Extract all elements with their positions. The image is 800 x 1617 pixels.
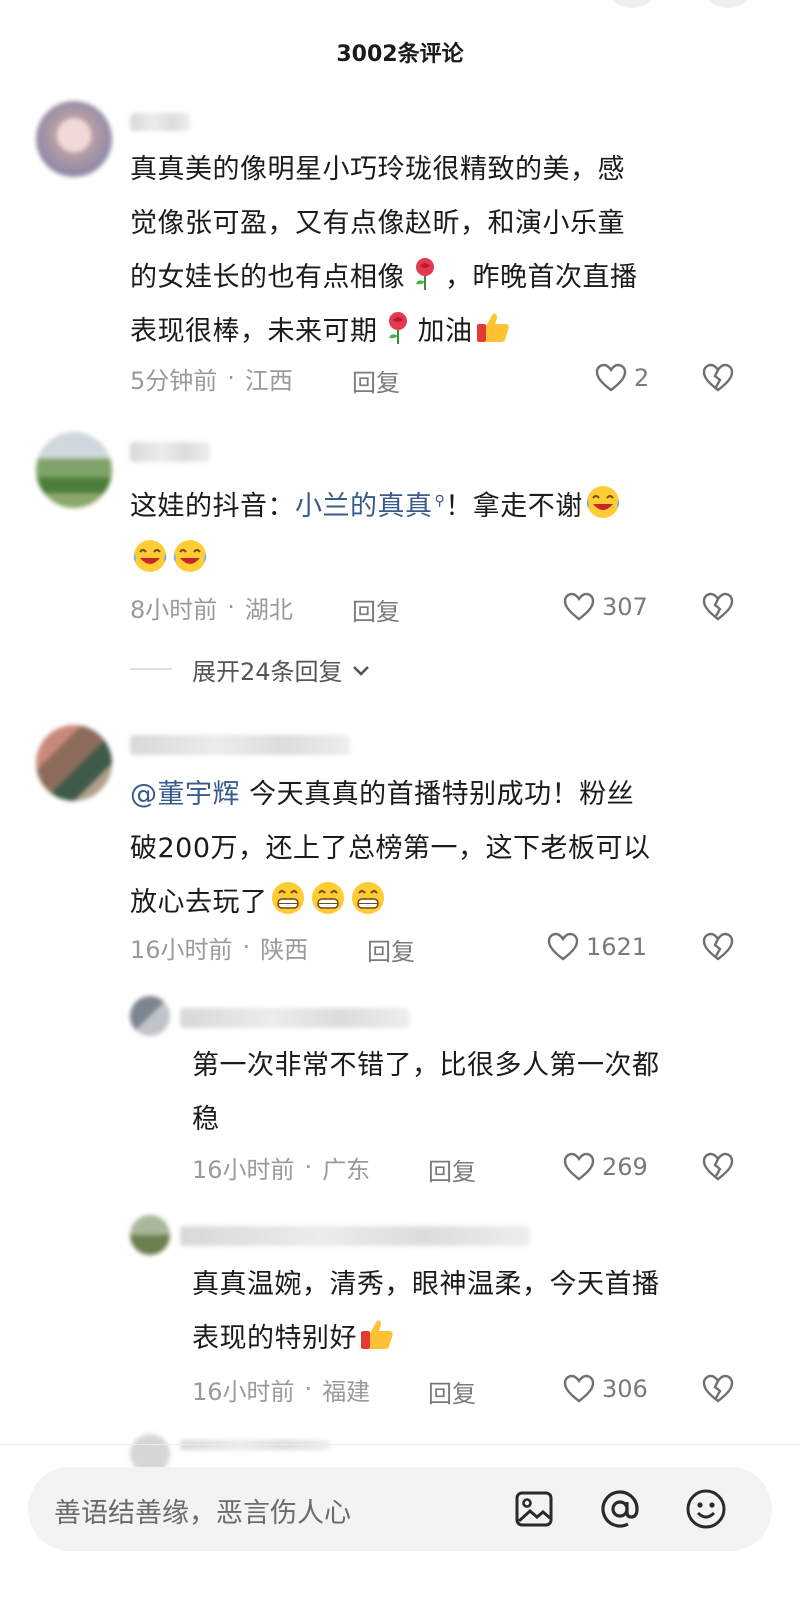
avatar[interactable] [36,725,112,801]
image-icon[interactable] [512,1487,556,1531]
like-count: 2 [634,364,650,392]
reply-location: 广东 [322,1155,371,1184]
username-blurred[interactable] [130,735,350,755]
reply-text: 第一次非常不错了，比很多人第一次都 稳 [192,1050,660,1135]
avatar[interactable] [36,101,112,177]
comment-text: @董宇辉 今天真真的首播特别成功！粉丝 破200万，还上了总榜第一，这下老板可以… [130,779,651,918]
expand-divider [130,668,172,670]
reply-text: 真真温婉，清秀，眼神温柔，今天首播 表现的特别好 [192,1269,660,1354]
comment-time: 5分钟前 [130,366,218,395]
like-count: 306 [602,1375,648,1403]
heart-icon [547,932,579,961]
reply-meta: 16小时前 · 广东 [192,1147,370,1187]
avatar[interactable] [36,432,112,508]
broken-heart-icon[interactable] [701,1150,735,1184]
reply-button[interactable]: 回复 [367,932,415,967]
reply-meta: 16小时前 · 福建 [192,1369,370,1409]
reply-time: 16小时前 [192,1377,295,1406]
emoji-icon[interactable] [684,1487,728,1531]
grinning-emoji [309,879,347,917]
comment-meta: 16小时前 · 陕西 [130,927,308,967]
thumbs-up-emoji [358,1315,396,1353]
rose-emoji [406,254,444,292]
avatar[interactable] [130,996,170,1036]
laughing-crying-emoji [171,537,209,575]
comment-input-placeholder[interactable]: 善语结善缘，恶言伤人心 [54,1491,351,1530]
footer-divider [0,1444,800,1445]
reply-button[interactable]: 回复 [428,1374,476,1409]
douyin-account-link[interactable]: 小兰的真真 [295,491,433,522]
avatar[interactable] [130,1215,170,1255]
search-icon[interactable]: ⚲ [435,493,446,509]
expand-replies-button[interactable]: 展开24条回复 [192,652,373,687]
broken-heart-icon[interactable] [701,1372,735,1406]
broken-heart-icon[interactable] [701,361,735,395]
comment-location: 江西 [244,366,293,395]
comment-time: 8小时前 [130,595,218,624]
comment-meta: 5分钟前 · 江西 [130,358,293,398]
rose-emoji [379,308,417,346]
heart-icon [563,592,595,621]
like-count: 269 [602,1153,648,1181]
laughing-crying-emoji [584,483,622,521]
reply-location: 福建 [322,1377,371,1406]
username-blurred-partial [180,1440,330,1450]
like-button[interactable]: 307 [562,587,648,627]
like-button[interactable]: 269 [562,1147,648,1187]
like-count: 307 [602,593,648,621]
like-button[interactable]: 1621 [546,927,647,967]
thumbs-up-emoji [474,308,512,346]
comment-input-bar[interactable]: 善语结善缘，恶言伤人心 [28,1467,772,1551]
comment-text: 真真美的像明星小巧玲珑很精致的美，感 觉像张可盈，又有点像赵昕，和演小乐童 的女… [130,154,638,347]
mention-link[interactable]: @董宇辉 [130,779,240,810]
like-button[interactable]: 306 [562,1369,648,1409]
broken-heart-icon[interactable] [701,590,735,624]
reply-button[interactable]: 回复 [352,592,400,627]
comment-location: 陕西 [260,935,309,964]
laughing-crying-emoji [131,537,169,575]
username-blurred[interactable] [130,442,210,462]
comment-time: 16小时前 [130,935,233,964]
grinning-emoji [269,879,307,917]
reply-time: 16小时前 [192,1155,295,1184]
chevron-down-icon [352,665,369,676]
expand-label: 展开24条回复 [192,658,343,686]
username-blurred[interactable] [180,1008,410,1028]
reply-button[interactable]: 回复 [352,363,400,398]
heart-icon [563,1152,595,1181]
username-blurred[interactable] [130,113,190,131]
comment-text: 这娃的抖音：小兰的真真 ⚲！拿走不谢 [130,474,770,588]
username-blurred[interactable] [180,1226,530,1246]
like-button[interactable]: 2 [594,358,649,398]
comment-count-title: 3002条评论 [336,42,464,67]
heart-icon [563,1374,595,1403]
comments-header: 3002条评论 [0,0,800,100]
comment-meta: 8小时前 · 湖北 [130,587,293,627]
at-icon[interactable] [598,1487,642,1531]
like-count: 1621 [586,933,648,961]
grinning-emoji [349,879,387,917]
broken-heart-icon[interactable] [701,930,735,964]
reply-button[interactable]: 回复 [428,1152,476,1187]
heart-icon [595,363,627,392]
comment-location: 湖北 [244,595,293,624]
